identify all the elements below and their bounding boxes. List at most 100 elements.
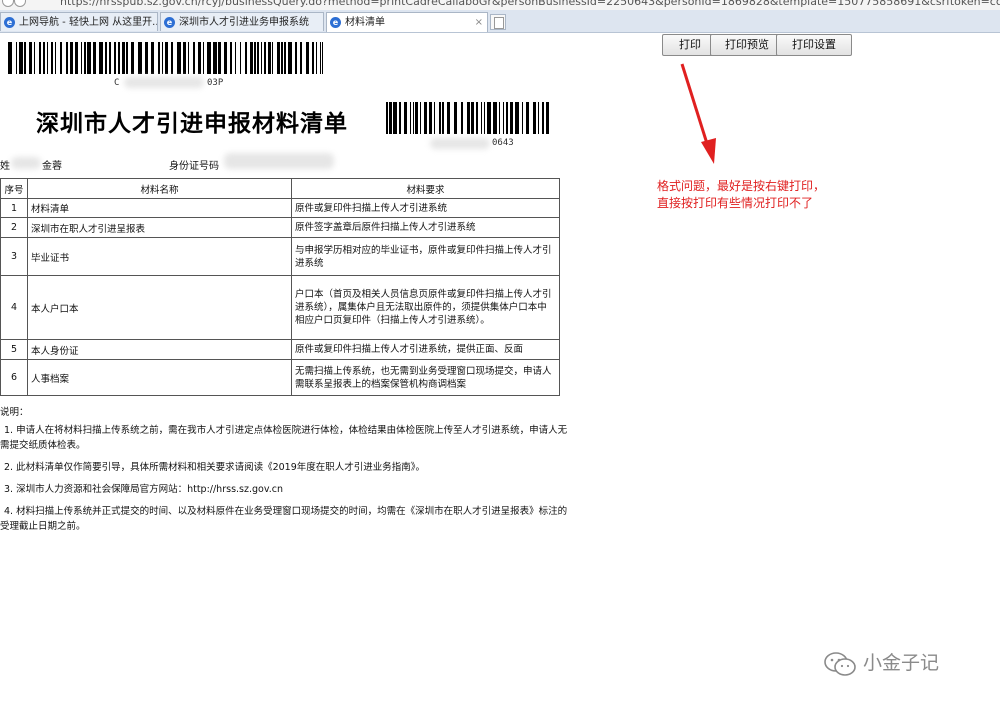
barcode-bar: [257, 42, 259, 74]
barcode-top-text-tail: 03P: [207, 78, 224, 88]
barcode-bar: [224, 42, 227, 74]
row-requirement: 无需扫描上传系统，也无需到业务受理窗口现场提交，申请人需联系呈报表上的档案保管机…: [291, 359, 560, 396]
barcode-bar: [281, 42, 283, 74]
barcode-bar: [322, 42, 323, 74]
barcode-bar: [404, 102, 407, 134]
barcode-bar: [151, 42, 154, 74]
tab-talent-system[interactable]: e 深圳市人才引进业务申报系统: [160, 12, 324, 31]
barcode-bar: [461, 102, 463, 134]
barcode-bar: [277, 42, 280, 74]
barcode-bar: [66, 42, 68, 74]
back-icon[interactable]: [2, 0, 14, 7]
barcode-bar: [118, 42, 120, 74]
redacted-blur: [430, 138, 490, 149]
barcode-bar: [272, 42, 273, 74]
barcode-bar: [70, 42, 73, 74]
row-requirement: 与申报学历相对应的毕业证书，原件或复印件扫描上传人才引进系统: [291, 237, 560, 276]
barcode-right-text: 0643: [492, 138, 514, 148]
barcode-bar: [105, 42, 107, 74]
page-title: 深圳市人才引进申报材料清单: [36, 110, 348, 137]
barcode-bar: [81, 42, 82, 74]
barcode-bar: [55, 42, 56, 74]
barcode-bar: [213, 42, 217, 74]
barcode-bar: [476, 102, 478, 134]
barcode-bar: [240, 42, 241, 74]
barcode-top: [8, 42, 325, 74]
barcode-bar: [165, 42, 168, 74]
barcode-bar: [188, 42, 189, 74]
forward-icon[interactable]: [14, 0, 26, 7]
annotation-line: 直接按打印有些情况打印不了: [657, 196, 814, 210]
barcode-bar: [235, 42, 236, 74]
barcode-bar: [288, 42, 292, 74]
barcode-bar: [183, 42, 186, 74]
barcode-bar: [93, 42, 96, 74]
url-text[interactable]: https://hrsspub.sz.gov.cn/rcyj/businessQ…: [60, 0, 1000, 8]
row-name: 人事档案: [27, 359, 292, 396]
annotation-line: 格式问题，最好是按右键打印，: [657, 179, 826, 193]
barcode-right: [386, 102, 552, 134]
notes-title: 说明：: [0, 407, 29, 418]
print-preview-button[interactable]: 打印预览: [710, 34, 784, 56]
barcode-bar: [51, 42, 53, 74]
barcode-bar: [442, 102, 444, 134]
row-name: 本人户口本: [27, 275, 292, 340]
barcode-bar: [19, 42, 23, 74]
barcode-bar: [538, 102, 539, 134]
barcode-bar: [8, 42, 12, 74]
barcode-bar: [295, 42, 297, 74]
barcode-bar: [420, 102, 421, 134]
note-item: 2. 此材料清单仅作简要引导，具体所需材料和相关要求请阅读《2019年度在职人才…: [4, 462, 426, 473]
barcode-bar: [131, 42, 134, 74]
table-row: 1 材料清单 原件或复印件扫描上传人才引进系统: [0, 198, 560, 218]
row-requirement: 原件签字盖章后原件扫描上传人才引进系统: [291, 217, 560, 238]
barcode-bar: [499, 102, 500, 134]
barcode-bar: [193, 42, 195, 74]
barcode-bar: [389, 102, 392, 134]
barcode-bar: [542, 102, 544, 134]
barcode-bar: [254, 42, 256, 74]
barcode-bar: [320, 42, 321, 74]
wechat-icon: [824, 651, 856, 676]
name-value: 金蓉: [42, 161, 62, 172]
barcode-bar: [526, 102, 529, 134]
barcode-bar: [34, 42, 35, 74]
row-requirement: 原件或复印件扫描上传人才引进系统: [291, 198, 560, 218]
row-name: 本人身份证: [27, 339, 292, 360]
row-name: 材料清单: [27, 198, 292, 218]
print-settings-button[interactable]: 打印设置: [776, 34, 852, 56]
row-name: 毕业证书: [27, 237, 292, 276]
tab-label: 材料清单: [345, 17, 385, 28]
row-no: 4: [0, 275, 28, 340]
row-no: 2: [0, 217, 28, 238]
barcode-bar: [122, 42, 125, 74]
materials-table: 序号 材料名称 材料要求 1 材料清单 原件或复印件扫描上传人才引进系统 2 深…: [0, 178, 560, 396]
close-icon[interactable]: ×: [475, 13, 483, 32]
barcode-bar: [203, 42, 204, 74]
barcode-bar: [138, 42, 142, 74]
tab-navigation[interactable]: e 上网导航 - 轻快上网 从这里开...: [0, 12, 158, 31]
barcode-bar: [39, 42, 41, 74]
barcode-bar: [24, 42, 26, 74]
barcode-bar: [145, 42, 148, 74]
barcode-bar: [47, 42, 48, 74]
row-no: 5: [0, 339, 28, 360]
barcode-bar: [198, 42, 201, 74]
barcode-bar: [424, 102, 427, 134]
row-requirement: 原件或复印件扫描上传人才引进系统，提供正面、反面: [291, 339, 560, 360]
barcode-bar: [126, 42, 128, 74]
barcode-bar: [413, 102, 414, 134]
barcode-bar: [268, 42, 271, 74]
barcode-bar: [99, 42, 103, 74]
barcode-bar: [515, 102, 519, 134]
barcode-bar: [484, 102, 485, 134]
table-row: 5 本人身份证 原件或复印件扫描上传人才引进系统，提供正面、反面: [0, 339, 560, 360]
new-tab-button[interactable]: [490, 14, 506, 30]
barcode-bar: [306, 42, 309, 74]
barcode-bar: [29, 42, 32, 74]
tab-materials-list[interactable]: e 材料清单 ×: [326, 12, 488, 32]
header-no: 序号: [0, 178, 28, 199]
barcode-bar: [264, 42, 266, 74]
barcode-bar: [493, 102, 497, 134]
barcode-bar: [114, 42, 116, 74]
